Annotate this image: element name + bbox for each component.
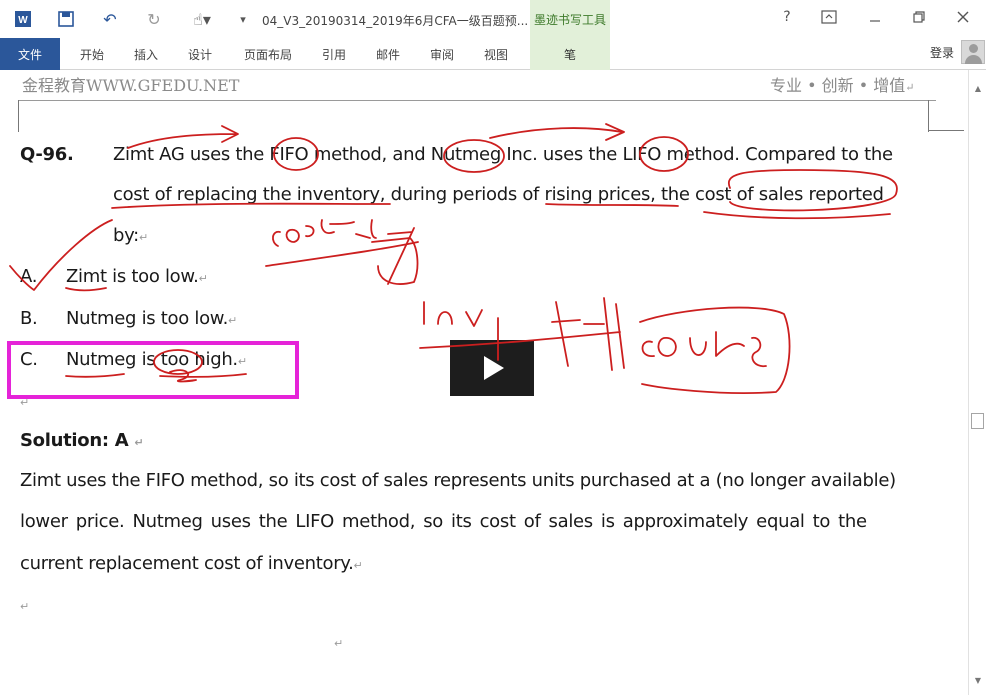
tab-mailings[interactable]: 邮件 xyxy=(366,38,410,70)
crop-mark-right-h xyxy=(928,130,964,131)
ink-word-costs xyxy=(272,219,377,247)
question-number: Q-96. xyxy=(20,144,74,165)
tab-view[interactable]: 视图 xyxy=(474,38,518,70)
redo-icon[interactable]: ↻ xyxy=(144,8,164,30)
question-stem-line-1: Zimt AG uses the FIFO method, and Nutmeg… xyxy=(113,144,893,165)
option-b-letter: B. xyxy=(20,308,38,329)
solution-line-1: Zimt uses the FIFO method, so its cost o… xyxy=(20,470,896,491)
ink-underline-reported xyxy=(703,211,891,220)
ink-word-costs-2 xyxy=(641,331,767,368)
page-header-left: 金程教育WWW.GFEDU.NET xyxy=(22,76,240,95)
solution-heading: Solution: A ↵ xyxy=(20,430,144,451)
minimize-icon[interactable] xyxy=(862,6,888,28)
title-bar: W ↶ ↻ ☝▾ ▾ 04_V3_20190314_2019年6月CFA一级百题… xyxy=(0,0,986,38)
document-title: 04_V3_20190314_2019年6月CFA一级百题预... xyxy=(262,14,529,28)
tab-review[interactable]: 审阅 xyxy=(420,38,464,70)
question-stem-line-2: cost of replacing the inventory, during … xyxy=(113,184,884,205)
close-icon[interactable] xyxy=(950,6,976,28)
ink-slash-costs xyxy=(265,237,419,285)
tab-page-layout[interactable]: 页面布局 xyxy=(236,38,300,70)
solution-line-3: current replacement cost of inventory.↵ xyxy=(20,553,363,574)
tab-references[interactable]: 引用 xyxy=(312,38,356,70)
ink-hash-costs xyxy=(387,227,415,285)
save-icon[interactable] xyxy=(56,8,76,30)
option-b-text: Nutmeg is too low.↵ xyxy=(66,308,237,329)
login-link[interactable]: 登录 xyxy=(930,44,954,61)
option-c-highlight-box xyxy=(7,341,299,399)
ribbon-display-icon[interactable] xyxy=(816,6,842,28)
solution-line-2: lower price. Nutmeg uses the LIFO method… xyxy=(20,511,867,532)
header-rule xyxy=(18,100,936,101)
help-icon[interactable]: ? xyxy=(774,6,800,28)
page-header-right: 专业 • 创新 • 增值↵ xyxy=(770,76,915,95)
scroll-down-icon[interactable]: ▼ xyxy=(972,674,984,686)
vertical-scrollbar[interactable]: ▲ ▼ xyxy=(968,70,986,695)
tab-home[interactable]: 开始 xyxy=(70,38,114,70)
question-stem-line-3: by:↵ xyxy=(113,225,148,246)
ribbon-tabs: 文件 开始 插入 设计 页面布局 引用 邮件 审阅 视图 笔 xyxy=(0,38,986,70)
svg-text:W: W xyxy=(18,15,28,26)
empty-paragraph-mark-3: ↵ xyxy=(334,637,343,650)
tab-design[interactable]: 设计 xyxy=(178,38,222,70)
touch-mode-icon[interactable]: ☝▾ xyxy=(188,8,216,30)
tab-file[interactable]: 文件 xyxy=(0,38,60,70)
customize-icon[interactable]: ▾ xyxy=(236,8,250,30)
avatar-icon[interactable] xyxy=(961,40,985,64)
ink-arrow-lifo xyxy=(489,123,625,141)
ink-word-inv xyxy=(423,301,483,327)
empty-paragraph-mark-2: ↵ xyxy=(20,600,29,613)
crop-mark-left xyxy=(18,100,19,132)
play-icon[interactable] xyxy=(450,340,534,396)
undo-icon[interactable]: ↶ xyxy=(100,8,120,30)
option-a-letter: A. xyxy=(20,266,38,287)
document-page[interactable]: 金程教育WWW.GFEDU.NET 专业 • 创新 • 增值↵ Q-96. Zi… xyxy=(0,70,968,695)
tab-pen[interactable]: 笔 xyxy=(530,38,610,70)
scroll-thumb[interactable] xyxy=(971,413,984,429)
ink-box-costs-2 xyxy=(639,306,791,394)
ink-underline-zimt xyxy=(65,287,107,292)
word-icon[interactable]: W xyxy=(12,8,34,30)
crop-mark-right xyxy=(928,100,929,132)
empty-paragraph-mark: ↵ xyxy=(20,396,29,409)
restore-icon[interactable] xyxy=(906,6,932,28)
ink-tools-group-title: 墨迹书写工具 xyxy=(530,0,610,38)
option-a-text: Zimt is too low.↵ xyxy=(66,266,208,287)
tab-insert[interactable]: 插入 xyxy=(124,38,168,70)
scroll-up-icon[interactable]: ▲ xyxy=(972,82,984,94)
